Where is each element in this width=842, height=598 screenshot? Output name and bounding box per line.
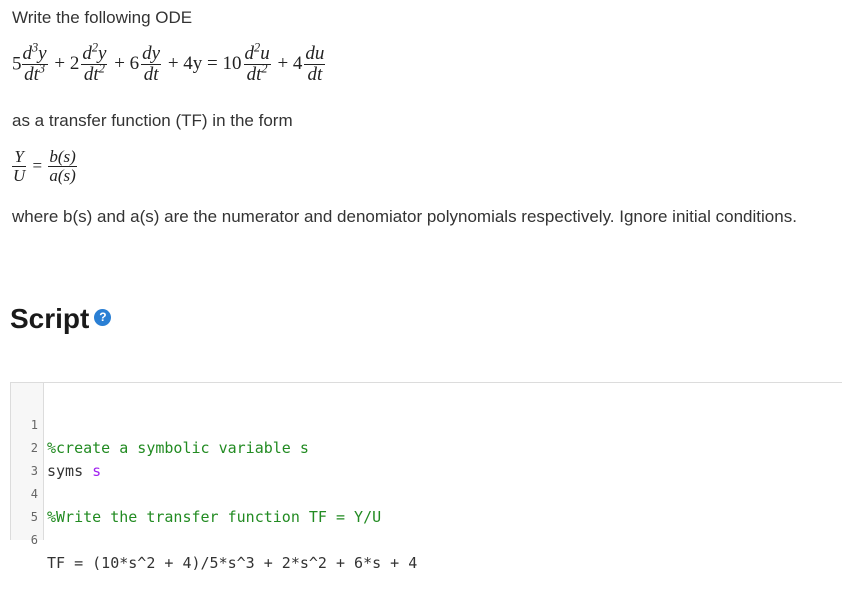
code-text: TF = (10*s^2 + 4)/5*s^3 + 2*s^2 + 6*s + … bbox=[47, 554, 418, 572]
code-line[interactable]: 6 TF = (10*s^2 + 4)/5*s^3 + 2*s^2 + 6*s … bbox=[11, 506, 418, 572]
ode-rhs-start: + 4y = 10 bbox=[167, 53, 242, 75]
question-outro: where b(s) and a(s) are the numerator an… bbox=[12, 207, 797, 226]
code-line[interactable]: 5 bbox=[11, 483, 47, 524]
ode-equation: 5 d3y dt3 + 2 d2y dt2 + 6 dy dt + 4y = 10 d2u dt… bbox=[12, 40, 326, 85]
tf-ratio: YU bbox=[12, 147, 27, 185]
code-text: %Write the transfer function TF = Y/U bbox=[47, 508, 382, 526]
code-line[interactable]: 3 bbox=[11, 437, 47, 478]
ode-coef-5: 5 bbox=[12, 53, 22, 75]
question-intro: Write the following ODE bbox=[12, 8, 193, 27]
tf-equals: = bbox=[32, 156, 43, 176]
ode-term-d2u: d2u dt2 bbox=[243, 40, 271, 85]
script-heading: Script? bbox=[10, 303, 112, 335]
code-editor[interactable]: 1 %create a symbolic variable s 2 syms s… bbox=[10, 382, 842, 572]
tf-ratio-poly: b(s) a(s) bbox=[48, 147, 77, 185]
help-icon[interactable]: ? bbox=[94, 309, 112, 327]
code-line[interactable]: 1 %create a symbolic variable s bbox=[11, 391, 309, 457]
ode-term-dy: dy dt bbox=[141, 43, 162, 85]
ode-coef-2: + 2 bbox=[54, 53, 80, 75]
code-text: syms s bbox=[47, 462, 102, 480]
code-line[interactable]: 4 %Write the transfer function TF = Y/U bbox=[11, 460, 381, 526]
code-line[interactable]: 2 syms s bbox=[11, 414, 101, 480]
ode-coef-4: + 4 bbox=[277, 53, 303, 75]
question-middle: as a transfer function (TF) in the form bbox=[12, 111, 293, 130]
line-number: 6 bbox=[30, 533, 38, 547]
script-title: Script bbox=[10, 303, 90, 334]
tf-form: YU = b(s) a(s) bbox=[12, 148, 77, 185]
ode-term-du: du dt bbox=[304, 43, 326, 85]
ode-coef-6: + 6 bbox=[114, 53, 140, 75]
ode-term-d3y: d3y dt3 bbox=[21, 40, 48, 85]
ode-term-d2y: d2y dt2 bbox=[81, 40, 108, 85]
code-text: %create a symbolic variable s bbox=[47, 439, 309, 457]
